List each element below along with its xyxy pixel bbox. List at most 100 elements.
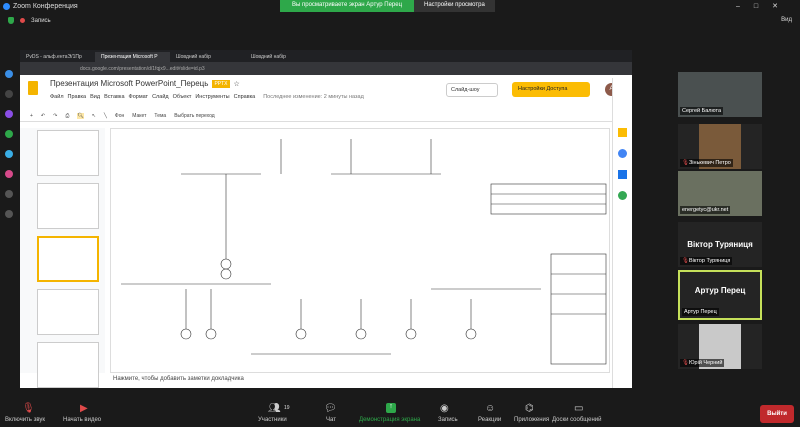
whiteboard-icon[interactable]: ▭ xyxy=(574,403,583,414)
participant-tile[interactable]: Віктор Туряниця 🎙︎Віктор Туряниця xyxy=(678,222,762,267)
slideshow-label: Слайд-шоу xyxy=(451,87,480,93)
docs-header: Презентация Microsoft PowerPoint_Перець … xyxy=(20,75,632,111)
start-video-button[interactable]: Начать видео xyxy=(63,417,101,423)
browser-tab[interactable]: Шовдний набір xyxy=(170,52,245,62)
apps-button[interactable]: Приложения xyxy=(514,417,549,423)
record-button[interactable]: Запись xyxy=(438,417,458,423)
whatsapp-icon[interactable] xyxy=(5,130,13,138)
menu-tools[interactable]: Инструменты xyxy=(195,94,229,100)
browser-sidebar xyxy=(5,70,17,230)
slide-thumbnail[interactable] xyxy=(37,342,99,388)
window-title: Zoom Конференция xyxy=(13,2,78,10)
redo-icon[interactable]: ↷ xyxy=(53,113,57,119)
participant-name: 🎙︎Зіньке­вич Петро xyxy=(680,159,733,167)
doc-title[interactable]: Презентация Microsoft PowerPoint_Перець xyxy=(50,79,208,88)
slideshow-button[interactable]: Слайд-шоу xyxy=(446,83,498,97)
participant-name: energetyc@ukr.net xyxy=(680,206,731,214)
participant-tile[interactable]: 🎙︎Зіньке­вич Петро xyxy=(678,124,762,169)
app-icon[interactable] xyxy=(5,210,13,218)
zoom-icon[interactable]: 🔍︎ xyxy=(77,113,84,119)
telegram-icon[interactable] xyxy=(5,150,13,158)
reactions-icon[interactable]: ☺ xyxy=(485,403,495,414)
participant-name: Артур Перец xyxy=(682,308,719,316)
browser-tab[interactable]: Шовдний набір xyxy=(245,52,320,62)
app-icon[interactable] xyxy=(5,70,13,78)
line-icon[interactable]: ╲ xyxy=(104,113,107,119)
zoom-logo-icon xyxy=(3,2,10,10)
window-controls[interactable]: –□✕ xyxy=(736,2,792,10)
url[interactable]: docs.google.com/presentation/d/1fqjx9...… xyxy=(80,66,205,72)
slide-thumbnail[interactable] xyxy=(37,130,99,176)
instagram-icon[interactable] xyxy=(5,170,13,178)
whiteboards-button[interactable]: Доски сообщений xyxy=(552,417,602,423)
share-banner-text: Вы просматриваете экран Артур Перец xyxy=(280,0,415,12)
speaker-notes[interactable]: Нажмите, чтобы добавить заметки докладчи… xyxy=(105,373,610,385)
share-banner: Вы просматриваете экран Артур Перец Наст… xyxy=(280,0,495,12)
maps-icon[interactable] xyxy=(618,191,627,200)
transition-button[interactable]: Выбрать переход xyxy=(174,113,215,119)
menu-bar: Файл Правка Вид Вставка Формат Слайд Объ… xyxy=(50,94,364,100)
menu-format[interactable]: Формат xyxy=(129,94,149,100)
participant-tile[interactable]: energetyc@ukr.net xyxy=(678,171,762,216)
participants-button[interactable]: Участники xyxy=(258,417,287,423)
slide-thumbnail-active[interactable] xyxy=(37,236,99,282)
participant-display-name: Віктор Туряниця xyxy=(687,240,753,249)
menu-insert[interactable]: Вставка xyxy=(104,94,124,100)
menu-slide[interactable]: Слайд xyxy=(152,94,169,100)
select-icon[interactable]: ↖ xyxy=(92,113,96,119)
participant-tile[interactable]: 🎙︎Юрій Черний xyxy=(678,324,762,369)
leave-button[interactable]: Выйти xyxy=(760,405,794,423)
address-bar[interactable]: docs.google.com/presentation/d/1fqjx9...… xyxy=(20,62,632,75)
print-icon[interactable]: ⎙ xyxy=(65,113,69,119)
theme-button[interactable]: Тема xyxy=(154,113,166,119)
participant-tile[interactable]: Сергей Балюта xyxy=(678,72,762,117)
menu-edit[interactable]: Правка xyxy=(68,94,87,100)
view-settings-button[interactable]: Настройки просмотра xyxy=(414,0,495,12)
star-icon[interactable]: ☆ xyxy=(234,80,240,88)
browser-tab-active[interactable]: Презентация Microsoft P xyxy=(95,52,170,62)
pptx-badge: PPTX xyxy=(212,79,230,88)
apps-icon[interactable]: ⌬ xyxy=(525,403,534,414)
participants-icon[interactable]: 👥︎ xyxy=(268,403,281,414)
unmute-button[interactable]: Включить звук xyxy=(5,417,45,423)
menu-view[interactable]: Вид xyxy=(90,94,100,100)
slide-canvas[interactable] xyxy=(110,128,610,373)
tasks-icon[interactable] xyxy=(618,149,627,158)
schematic-diagram xyxy=(121,139,607,365)
app-icon[interactable] xyxy=(5,90,13,98)
participant-name: 🎙︎Юрій Черний xyxy=(680,359,725,367)
video-off-icon[interactable]: ▶ xyxy=(80,403,88,414)
share-screen-icon[interactable]: ↑ xyxy=(386,403,396,413)
participant-tile-active-speaker[interactable]: Артур Перец Артур Перец xyxy=(678,270,762,320)
app-icon[interactable] xyxy=(5,190,13,198)
background-button[interactable]: Фон xyxy=(115,113,124,119)
access-settings-button[interactable]: Настройки Доступа xyxy=(512,82,590,97)
undo-icon[interactable]: ↶ xyxy=(41,113,45,119)
menu-help[interactable]: Справка xyxy=(234,94,256,100)
meeting-status: Запись xyxy=(8,17,51,24)
layout-button[interactable]: Макет xyxy=(132,113,146,119)
contacts-icon[interactable] xyxy=(618,170,627,179)
participant-name: 🎙︎Віктор Туряниця xyxy=(680,257,733,265)
chat-button[interactable]: Чат xyxy=(326,417,336,423)
access-label: Настройки Доступа xyxy=(518,86,568,92)
menu-file[interactable]: Файл xyxy=(50,94,64,100)
add-icon[interactable]: + xyxy=(30,113,33,119)
chat-icon[interactable]: 💬︎ xyxy=(324,403,337,414)
messenger-icon[interactable] xyxy=(5,110,13,118)
reactions-button[interactable]: Реакции xyxy=(478,417,501,423)
slide-thumbnail[interactable] xyxy=(37,183,99,229)
slide-thumbnail[interactable] xyxy=(37,289,99,335)
view-button[interactable]: Вид xyxy=(781,17,792,23)
browser-tab[interactable]: PvDS - альф.ентаЭ/1Пр xyxy=(20,52,95,62)
mic-muted-icon: 🎙︎ xyxy=(682,360,689,366)
last-edit[interactable]: Последнее изменение: 2 минуты назад xyxy=(263,94,364,100)
keep-icon[interactable] xyxy=(618,128,627,137)
record-icon[interactable]: ◉ xyxy=(440,403,449,414)
slides-toolbar: + ↶ ↷ ⎙ 🔍︎ ↖ ╲ Фон Макет Тема Выбрать переход xyxy=(20,111,632,122)
mic-muted-icon[interactable]: 🎙︎ xyxy=(22,403,35,414)
shared-screen: PvDS - альф.ентаЭ/1Пр Презентация Micros… xyxy=(20,50,632,388)
share-screen-button[interactable]: Демонстрация экрана xyxy=(359,417,420,423)
menu-object[interactable]: Объект xyxy=(173,94,192,100)
record-icon xyxy=(20,18,25,23)
